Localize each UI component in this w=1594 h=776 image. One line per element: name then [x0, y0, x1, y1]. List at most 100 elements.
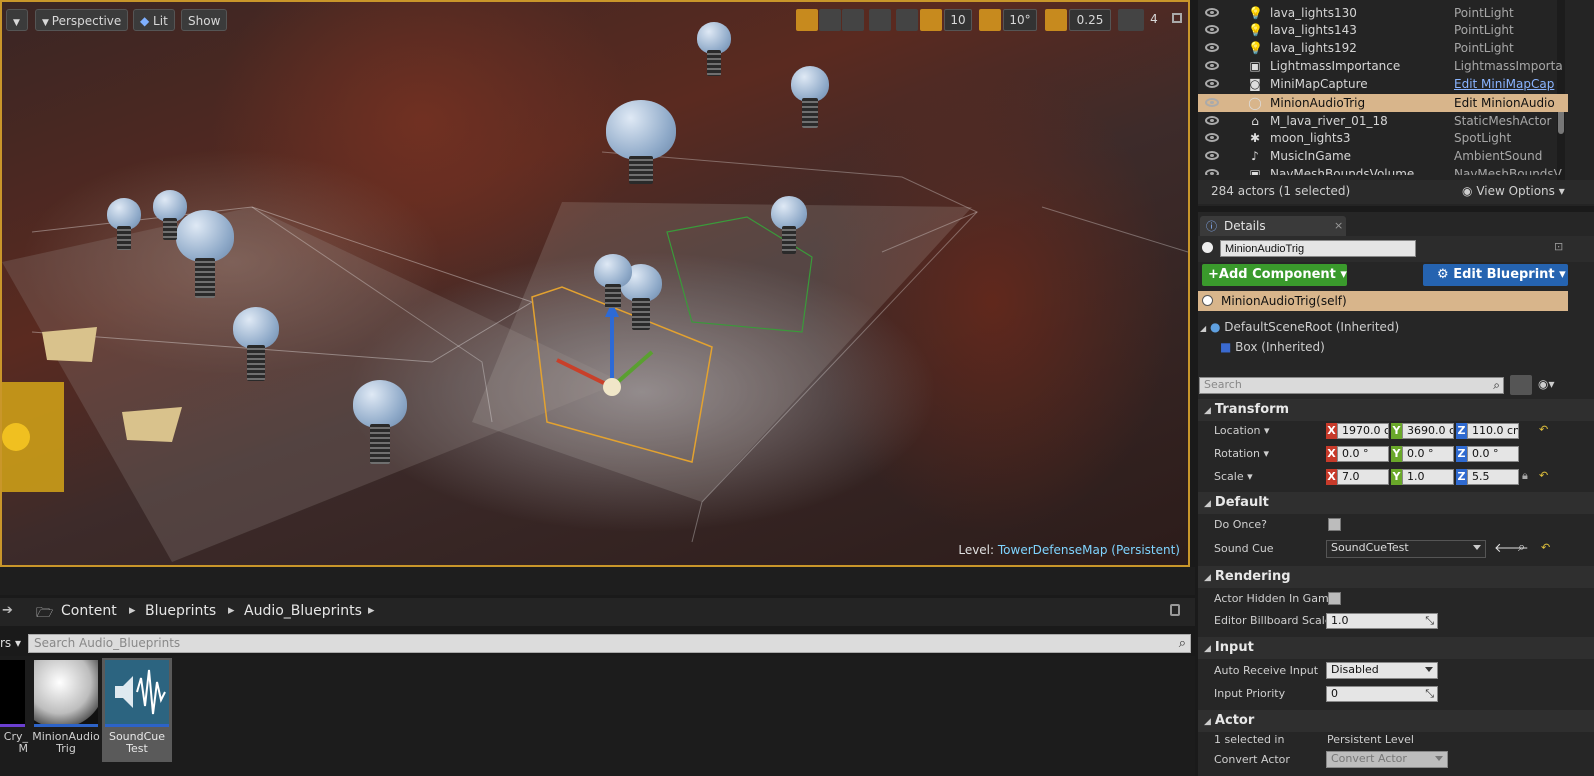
- edit-blueprint-link[interactable]: Edit MinionAudio: [1454, 94, 1566, 112]
- outliner-row[interactable]: ✱ moon_lights3 SpotLight: [1198, 129, 1568, 147]
- visibility-eye-icon[interactable]: [1205, 116, 1219, 125]
- close-icon[interactable]: ×: [1334, 219, 1343, 232]
- tab-details[interactable]: ⓘ Details ×: [1200, 216, 1346, 236]
- rotate-mode-icon[interactable]: [819, 9, 841, 31]
- outliner-row[interactable]: 💡 lava_lights130 PointLight: [1198, 4, 1568, 22]
- component-self-row[interactable]: MinionAudioTrig(self): [1198, 291, 1568, 311]
- outliner-row[interactable]: ◙ MiniMapCapture Edit MiniMapCap: [1198, 75, 1568, 93]
- billboard-scale-field[interactable]: 1.0 ⤡: [1326, 613, 1438, 629]
- section-transform[interactable]: ◢ Transform: [1198, 399, 1594, 421]
- scale-snap-value[interactable]: 0.25: [1069, 9, 1111, 31]
- rotation-x-field[interactable]: 0.0 °: [1337, 446, 1389, 462]
- outliner-row[interactable]: 💡 lava_lights192 PointLight: [1198, 39, 1568, 57]
- viewport-options-button[interactable]: ▼: [6, 9, 28, 31]
- visibility-eye-icon[interactable]: [1205, 169, 1219, 175]
- breadcrumb-audio-blueprints[interactable]: Audio_Blueprints: [244, 603, 362, 619]
- lock-icon[interactable]: [1170, 604, 1180, 616]
- lock-scale-icon[interactable]: 🔒︎: [1522, 469, 1528, 483]
- filters-button[interactable]: rs ▾: [0, 636, 21, 650]
- convert-actor-dropdown[interactable]: Convert Actor: [1326, 751, 1448, 768]
- component-tree-item[interactable]: ■ Box (Inherited): [1220, 340, 1325, 354]
- reset-arrow-icon[interactable]: ↶: [1541, 541, 1550, 554]
- location-z-field[interactable]: 110.0 cn: [1467, 423, 1519, 439]
- rotation-snap-value[interactable]: 10°: [1003, 9, 1037, 31]
- grid-snap-value[interactable]: 10: [944, 9, 972, 31]
- lock-icon[interactable]: ⊡: [1554, 240, 1563, 253]
- show-button[interactable]: Show: [181, 9, 228, 31]
- visibility-eye-icon[interactable]: [1205, 151, 1219, 160]
- asset-tile-soundcue-test[interactable]: SoundCue Test: [102, 658, 172, 762]
- perspective-button[interactable]: ▼ Perspective: [35, 9, 129, 31]
- translate-mode-icon[interactable]: [796, 9, 818, 31]
- outliner-row[interactable]: 💡 lava_lights143 PointLight: [1198, 21, 1568, 39]
- visibility-eye-icon[interactable]: [1205, 79, 1219, 88]
- forward-arrow-icon[interactable]: ➔: [2, 603, 13, 618]
- input-priority-value: 0: [1331, 687, 1338, 700]
- scale-x-field[interactable]: 7.0: [1337, 469, 1389, 485]
- visibility-eye-icon[interactable]: [1205, 43, 1219, 52]
- visibility-eye-icon[interactable]: [1205, 98, 1219, 107]
- camera-speed-value[interactable]: 4: [1144, 9, 1164, 31]
- section-rendering[interactable]: ◢ Rendering: [1198, 566, 1594, 588]
- outliner-row-selected[interactable]: ◯ MinionAudioTrig Edit MinionAudio: [1198, 94, 1568, 112]
- scale-z-field[interactable]: 5.5: [1467, 469, 1519, 485]
- rotation-y-field[interactable]: 0.0 °: [1402, 446, 1454, 462]
- add-component-button[interactable]: +Add Component ▾: [1202, 264, 1347, 286]
- details-search-input[interactable]: Search ⌕: [1199, 377, 1504, 394]
- asset-search-input[interactable]: Search Audio_Blueprints ⌕: [28, 634, 1191, 653]
- edit-blueprint-button[interactable]: ⚙ Edit Blueprint ▾: [1423, 264, 1568, 286]
- camera-speed-icon[interactable]: [1118, 9, 1144, 31]
- breadcrumb-blueprints[interactable]: Blueprints: [145, 603, 216, 619]
- visibility-eye-icon[interactable]: [1205, 8, 1219, 17]
- rotation-snap-icon[interactable]: [979, 9, 1001, 31]
- rotation-z-field[interactable]: 0.0 °: [1467, 446, 1519, 462]
- level-viewport[interactable]: ▼ ▼ Perspective ◆ Lit Show 10 10° 0.25 4…: [0, 0, 1190, 567]
- asset-tile[interactable]: Cry_ M: [0, 658, 28, 755]
- section-input[interactable]: ◢ Input: [1198, 637, 1594, 659]
- auto-receive-input-dropdown[interactable]: Disabled: [1326, 662, 1438, 679]
- visibility-eye-icon[interactable]: [1205, 133, 1219, 142]
- scale-snap-icon[interactable]: [1045, 9, 1067, 31]
- reset-arrow-icon[interactable]: ↶: [1539, 423, 1548, 436]
- location-label[interactable]: Location ▾: [1214, 424, 1270, 437]
- asset-tile-minion-audio-trig[interactable]: MinionAudio Trig: [31, 658, 101, 755]
- eye-dropdown-icon[interactable]: ◉▾: [1538, 377, 1555, 391]
- location-y-field[interactable]: 3690.0 c: [1402, 423, 1454, 439]
- reset-arrow-icon[interactable]: ↶: [1539, 469, 1548, 482]
- scale-mode-icon[interactable]: [842, 9, 864, 31]
- expand-triangle-icon[interactable]: ◢: [1200, 324, 1206, 333]
- view-options-button[interactable]: ◉ View Options ▾: [1462, 184, 1565, 198]
- maximize-icon[interactable]: [1172, 13, 1182, 23]
- breadcrumb-separator[interactable]: ▸: [228, 603, 235, 618]
- do-once-checkbox[interactable]: [1328, 518, 1341, 531]
- outliner-row[interactable]: ♪ MusicInGame AmbientSound: [1198, 147, 1568, 165]
- location-x-field[interactable]: 1970.0 c: [1337, 423, 1389, 439]
- lit-button[interactable]: ◆ Lit: [133, 9, 175, 31]
- input-priority-field[interactable]: 0 ⤡: [1326, 686, 1438, 702]
- outliner-row[interactable]: ⌂ M_lava_river_01_18 StaticMeshActor: [1198, 112, 1568, 130]
- surface-snap-icon[interactable]: [896, 9, 918, 31]
- outliner-row[interactable]: ▣ LightmassImportance LightmassImporta: [1198, 57, 1568, 75]
- visibility-eye-icon[interactable]: [1205, 25, 1219, 34]
- visibility-eye-icon[interactable]: [1205, 61, 1219, 70]
- scale-label[interactable]: Scale ▾: [1214, 470, 1253, 483]
- grid-snap-icon[interactable]: [920, 9, 942, 31]
- section-default[interactable]: ◢ Default: [1198, 492, 1594, 514]
- drag-handle-icon[interactable]: ⤡: [1425, 614, 1434, 628]
- property-matrix-icon[interactable]: [1510, 375, 1532, 395]
- edit-blueprint-link[interactable]: Edit MiniMapCap: [1454, 75, 1566, 93]
- breadcrumb-separator[interactable]: ▸: [129, 603, 136, 618]
- scale-y-field[interactable]: 1.0: [1402, 469, 1454, 485]
- browse-search-icon[interactable]: ⌕: [1518, 540, 1525, 555]
- section-actor[interactable]: ◢ Actor: [1198, 710, 1594, 732]
- breadcrumb-separator[interactable]: ▸: [368, 603, 375, 618]
- world-local-icon[interactable]: [869, 9, 891, 31]
- sound-cue-dropdown[interactable]: SoundCueTest: [1326, 540, 1486, 558]
- component-tree-item[interactable]: ◢ ● DefaultSceneRoot (Inherited): [1200, 320, 1399, 334]
- actor-hidden-checkbox[interactable]: [1328, 592, 1341, 605]
- outliner-row[interactable]: ▣ NavMeshBoundsVolume NavMeshBoundsV: [1198, 165, 1568, 175]
- drag-handle-icon[interactable]: ⤡: [1425, 687, 1434, 701]
- actor-name-field[interactable]: [1220, 240, 1416, 257]
- breadcrumb-content[interactable]: Content: [61, 603, 117, 619]
- rotation-label[interactable]: Rotation ▾: [1214, 447, 1269, 460]
